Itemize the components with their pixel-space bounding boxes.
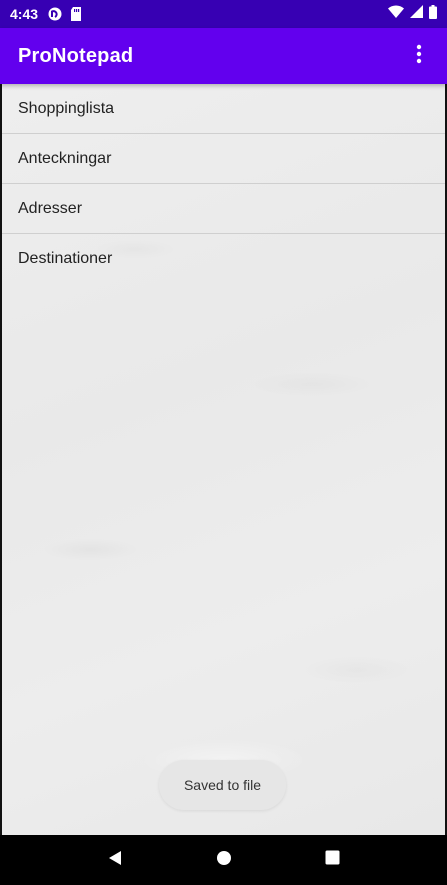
- note-list: Shoppinglista Anteckningar Adresser Dest…: [2, 84, 445, 284]
- status-right-icons: [388, 4, 437, 24]
- app-bar: ProNotepad: [0, 28, 447, 84]
- navigation-bar: [0, 835, 447, 885]
- back-button[interactable]: [95, 840, 135, 880]
- status-time: 4:43: [10, 6, 39, 22]
- more-vert-icon: [416, 44, 422, 69]
- overflow-menu-button[interactable]: [401, 38, 437, 74]
- wifi-icon: [388, 5, 404, 23]
- sd-card-icon: [70, 7, 82, 21]
- note-list-area: Shoppinglista Anteckningar Adresser Dest…: [2, 84, 445, 835]
- list-item[interactable]: Shoppinglista: [2, 84, 445, 134]
- home-button[interactable]: [204, 840, 244, 880]
- status-bar: 4:43: [0, 0, 447, 28]
- list-item[interactable]: Anteckningar: [2, 134, 445, 184]
- cell-signal-icon: [410, 5, 423, 23]
- recents-icon: [325, 850, 340, 870]
- list-item[interactable]: Destinationer: [2, 234, 445, 284]
- pocket-casts-icon: [48, 7, 62, 21]
- app-title: ProNotepad: [18, 44, 134, 67]
- home-icon: [216, 850, 232, 871]
- app-screen: 4:43 ProNotepad Shoppinglista Anteckning…: [0, 0, 447, 885]
- battery-icon: [429, 4, 437, 24]
- recents-button[interactable]: [313, 840, 353, 880]
- list-item[interactable]: Adresser: [2, 184, 445, 234]
- toast-message: Saved to file: [159, 760, 286, 810]
- back-icon: [107, 850, 123, 871]
